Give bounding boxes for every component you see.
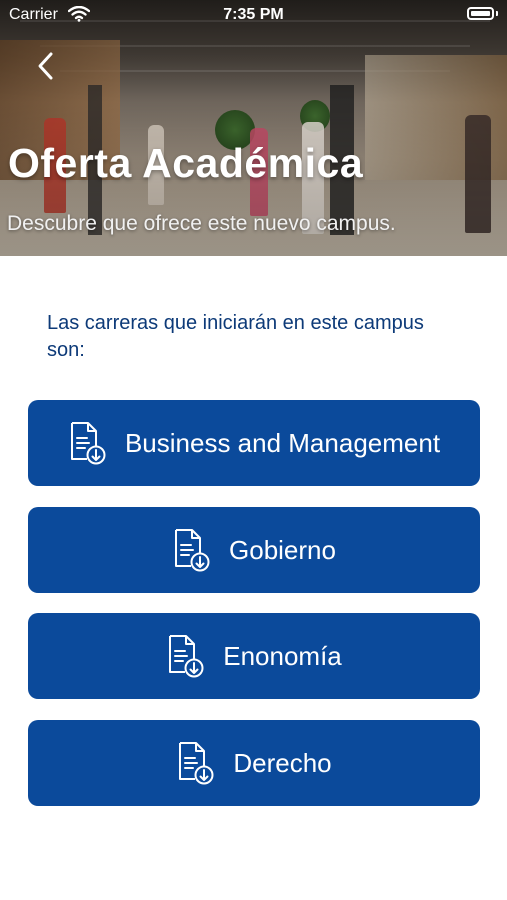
page-subtitle: Descubre que ofrece este nuevo campus. xyxy=(7,212,396,235)
clock: 7:35 PM xyxy=(223,6,284,23)
document-download-icon xyxy=(70,422,106,465)
career-button-business-and-management[interactable]: Business and Management xyxy=(28,400,480,486)
chevron-left-icon xyxy=(38,52,53,80)
page-title: Oferta Académica xyxy=(8,140,364,186)
status-bar: Carrier 7:35 PM xyxy=(0,0,507,30)
battery-tip xyxy=(496,11,498,16)
document-download-icon xyxy=(179,742,214,785)
intro-text: Las carreras que iniciarán en este campu… xyxy=(47,312,424,361)
career-label: Enonomía xyxy=(223,640,342,671)
document-download-icon xyxy=(169,635,204,678)
back-button[interactable] xyxy=(32,48,62,88)
career-button-derecho[interactable]: Derecho xyxy=(28,720,480,806)
document-download-icon xyxy=(175,529,210,572)
career-label: Derecho xyxy=(233,747,332,778)
battery-icon xyxy=(467,7,494,20)
career-button-gobierno[interactable]: Gobierno xyxy=(28,507,480,593)
career-button-enonomia[interactable]: Enonomía xyxy=(28,613,480,699)
career-label: Business and Management xyxy=(124,427,441,458)
career-label: Gobierno xyxy=(229,534,336,565)
